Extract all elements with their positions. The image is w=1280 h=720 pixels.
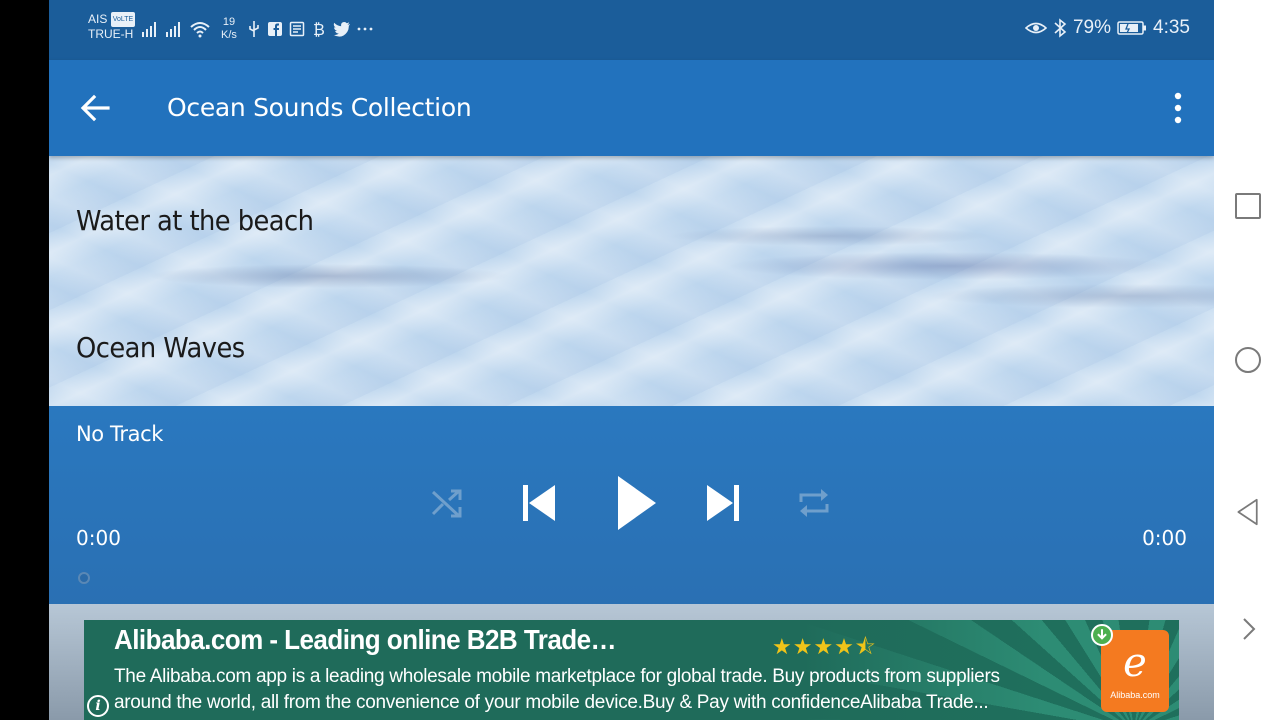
shuffle-icon [431,489,462,518]
battery-icon [1117,21,1147,35]
ad-title: Alibaba.com - Leading online B2B Trade… [114,624,617,655]
battery-percent: 79% [1072,17,1112,38]
shuffle-button[interactable] [429,484,467,522]
twitter-icon [333,22,350,37]
back-triangle-icon[interactable] [1234,498,1262,526]
now-playing-label: No Track [76,422,163,446]
alibaba-logo-icon: e Alibaba.com [1101,630,1169,712]
status-icons-right: 79% 4:35 [1024,17,1190,39]
recents-square-icon[interactable] [1234,192,1262,220]
arrow-back-icon [80,94,110,122]
facebook-icon [267,22,282,36]
track-label: Water at the beach [76,204,314,237]
play-icon [618,476,656,530]
time-total: 0:00 [1142,526,1187,550]
clock: 4:35 [1153,17,1190,38]
more-notifications-icon [357,27,373,31]
eye-comfort-icon [1024,22,1047,34]
download-icon [1091,624,1113,646]
alibaba-logo-mark: e [1123,640,1147,686]
back-button[interactable] [75,88,115,128]
list-item[interactable]: Water at the beach [49,156,1214,281]
seek-thumb[interactable] [78,572,90,584]
ad-banner[interactable]: Alibaba.com - Leading online B2B Trade… … [84,620,1179,720]
next-button[interactable] [703,481,743,525]
bitcoin-icon: ₿ [313,20,325,38]
repeat-icon [799,489,829,517]
chevron-right-icon[interactable] [1234,615,1262,643]
speed-unit: K/s [221,29,237,41]
left-black-bar [0,0,49,720]
ad-rating-stars: ★★★★⯪ [772,634,877,659]
toolbar: Ocean Sounds Collection [49,60,1214,156]
skip-previous-icon [523,485,555,521]
volte-badge: VoLTE [110,12,136,27]
page-title: Ocean Sounds Collection [167,93,472,122]
more-vert-icon [1174,92,1182,124]
track-list: Water at the beach Ocean Waves [49,156,1214,406]
seek-bar[interactable] [76,576,1187,580]
bluetooth-icon [1054,18,1067,38]
ad-info-icon[interactable]: i [87,695,109,717]
app-window: AIS VoLTE TRUE-H 19K/s ₿ 79% 4:35 Ocean [49,0,1214,720]
play-button[interactable] [614,474,658,532]
skip-next-icon [707,485,739,521]
track-label: Ocean Waves [76,331,245,364]
news-icon [289,21,305,37]
ad-description: The Alibaba.com app is a leading wholesa… [114,666,1000,713]
player-panel: No Track 0:00 0:00 [49,406,1214,604]
wifi-icon [190,22,210,38]
previous-button[interactable] [519,481,559,525]
carrier-info: AIS VoLTE TRUE-H [88,12,136,42]
carrier-top: AIS [88,12,108,26]
status-icons-left: 19 K/s ₿ [141,16,373,42]
signal-icon-2 [166,22,180,37]
usb-icon [249,21,259,37]
signal-icon [142,22,156,37]
status-bar: AIS VoLTE TRUE-H 19 K/s ₿ 79% 4:35 [49,0,1214,60]
ad-area: Alibaba.com - Leading online B2B Trade… … [49,604,1214,720]
alibaba-logo-text: Alibaba.com [1110,690,1160,700]
system-nav-bar [1214,0,1280,720]
home-circle-icon[interactable] [1234,346,1262,374]
network-speed: 19 K/s [221,16,237,42]
overflow-menu-button[interactable] [1166,90,1190,126]
speed-value: 19 [222,16,236,28]
list-item[interactable]: Ocean Waves [49,281,1214,406]
svg-text:₿: ₿ [313,20,325,38]
time-elapsed: 0:00 [76,526,121,550]
repeat-button[interactable] [795,484,833,522]
carrier-bottom: TRUE-H [88,27,134,41]
